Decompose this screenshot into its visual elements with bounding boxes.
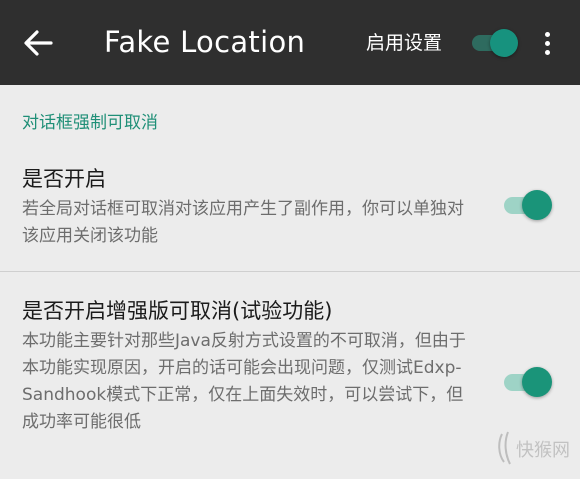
svg-text:快猴网: 快猴网 xyxy=(516,440,570,461)
enable-settings-switch[interactable] xyxy=(468,25,520,61)
pref-summary: 若全局对话框可取消对该应用产生了副作用，你可以单独对该应用关闭该功能 xyxy=(22,199,464,246)
switch-thumb xyxy=(522,190,552,220)
toolbar: Fake Location 启用设置 xyxy=(0,0,580,85)
arrow-back-icon[interactable] xyxy=(14,22,62,64)
pref-summary: 本功能主要针对那些Java反射方式设置的不可取消，但由于本功能实现原因，开启的话… xyxy=(22,331,466,432)
pref-item-enable[interactable]: 是否开启 若全局对话框可取消对该应用产生了副作用，你可以单独对该应用关闭该功能 xyxy=(0,152,580,270)
pref-title: 是否开启 xyxy=(22,167,106,191)
pref-item-enhanced-cancel[interactable]: 是否开启增强版可取消(试验功能) 本功能主要针对那些Java反射方式设置的不可取… xyxy=(0,272,580,479)
more-vert-icon[interactable] xyxy=(532,24,562,62)
switch-thumb xyxy=(490,29,518,57)
toolbar-title: Fake Location xyxy=(104,25,306,59)
app-screen: Fake Location 启用设置 对话框强制可取消 是否开启 若全局对话框可… xyxy=(0,0,580,479)
watermark-logo: 快猴网 xyxy=(494,428,576,468)
pref-title: 是否开启增强版可取消(试验功能) xyxy=(22,299,333,323)
switch-thumb xyxy=(522,367,552,397)
enhanced-cancel-switch[interactable] xyxy=(500,362,556,402)
enable-settings-label: 启用设置 xyxy=(366,32,443,54)
enable-switch[interactable] xyxy=(500,185,556,225)
category-title: 对话框强制可取消 xyxy=(22,113,158,133)
